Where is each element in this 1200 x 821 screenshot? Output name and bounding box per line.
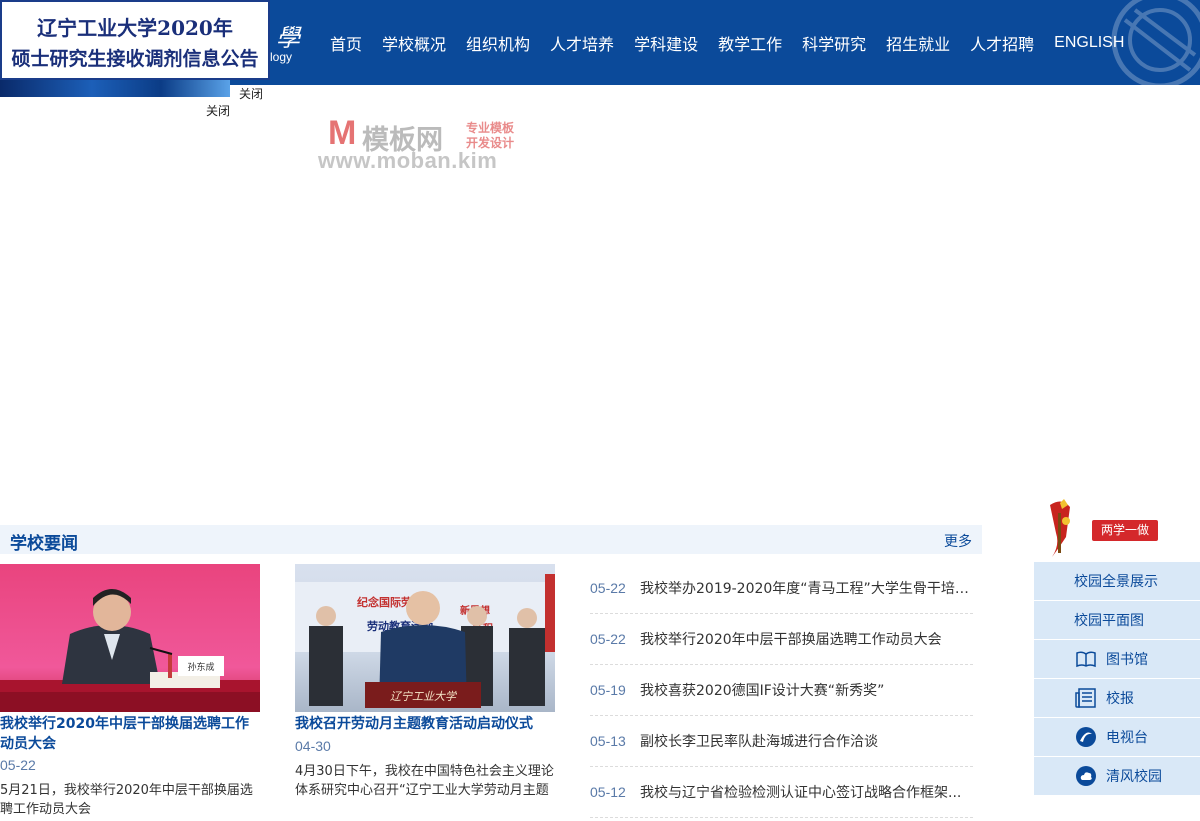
sidebar-item-library[interactable]: 图书馆	[1034, 640, 1200, 678]
news-photo[interactable]: 纪念国际劳动节 劳动教育活动 新思想 征程 辽宁工业大学	[295, 564, 555, 712]
featured-news-desc: 5月21日，我校举行2020年中层干部换届选聘工作动员大会	[0, 783, 253, 817]
book-icon	[1074, 647, 1098, 671]
close-float-button[interactable]: 关闭	[200, 102, 236, 121]
news-item-title[interactable]: 副校长李卫民率队赴海城进行合作洽谈	[640, 731, 878, 751]
nav-item-english[interactable]: ENGLISH	[1044, 34, 1134, 52]
tv-icon	[1074, 725, 1098, 749]
news-item-title[interactable]: 我校与辽宁省检验检测认证中心签订战略合作框架...	[640, 782, 961, 802]
sidebar-item-newspaper[interactable]: 校报	[1034, 679, 1200, 717]
news-item-date: 05-12	[590, 784, 626, 800]
sidebar-item-clean-campus[interactable]: 清风校园	[1034, 757, 1200, 795]
sidebar-item-campus-map[interactable]: 校园平面图	[1034, 601, 1200, 639]
sidebar-item-campus-panorama[interactable]: 校园全景展示	[1034, 562, 1200, 600]
list-item[interactable]: 05-22 我校举办2019-2020年度“青马工程”大学生骨干培训班	[590, 563, 973, 614]
sidebar-item-tv[interactable]: 电视台	[1034, 718, 1200, 756]
nav-item-admission[interactable]: 招生就业	[876, 31, 960, 55]
featured-news-desc: 4月30日下午，我校在中国特色社会主义理论体系研究中心召开“辽宁工业大学劳动月主…	[295, 763, 554, 798]
watermark-url: www.moban.kim	[318, 148, 498, 173]
nav-item-home[interactable]: 首页	[320, 31, 372, 55]
nav-item-discipline[interactable]: 学科建设	[624, 31, 708, 55]
watermark-logo: M 模板网 专业模板 开发设计 www.moban.kim	[318, 114, 530, 174]
quick-links-sidebar: 校园全景展示 校园平面图 图书馆 校报 电视台 清风校园	[1034, 562, 1200, 796]
logo-glyph: 學	[276, 24, 300, 52]
sidebar-item-label: 清风校园	[1106, 769, 1162, 785]
nav-item-talent-training[interactable]: 人才培养	[540, 31, 624, 55]
cloud-icon	[1074, 764, 1098, 788]
news-section-title: 学校要闻	[10, 534, 78, 554]
newspaper-icon	[1074, 686, 1098, 710]
nav-item-recruitment[interactable]: 人才招聘	[960, 31, 1044, 55]
news-item-date: 05-13	[590, 733, 626, 749]
featured-news-card[interactable]: 孙东成 我校举行2020年中层干部换届选聘工作动员大会 05-22 5月21日，…	[0, 564, 262, 821]
list-item[interactable]: 05-22 我校举行2020年中层干部换届选聘工作动员大会	[590, 614, 973, 665]
news-photo[interactable]: 孙东成	[0, 564, 260, 712]
photo-nameplate: 孙东成	[187, 661, 214, 673]
close-banner-button[interactable]: 关闭	[230, 85, 272, 104]
notice-title-line1: 辽宁工业大学2020年	[37, 16, 233, 40]
nav-item-overview[interactable]: 学校概况	[372, 31, 456, 55]
notice-title-line2: 硕士研究生接收调剂信息公告	[11, 48, 259, 70]
featured-news-title[interactable]: 我校举行2020年中层干部换届选聘工作动员大会	[0, 715, 262, 754]
campaign-badge[interactable]: 两学一做	[1092, 520, 1158, 541]
news-item-date: 05-22	[590, 631, 626, 647]
sidebar-item-label: 图书馆	[1106, 652, 1148, 668]
featured-news-date: 05-22	[0, 757, 36, 773]
news-item-date: 05-19	[590, 682, 626, 698]
notice-banner[interactable]: 辽宁工业大学2020年 硕士研究生接收调剂信息公告	[0, 0, 270, 80]
list-item[interactable]: 05-12 我校与辽宁省检验检测认证中心签订战略合作框架...	[590, 767, 973, 818]
nav-item-research[interactable]: 科学研究	[792, 31, 876, 55]
news-item-title[interactable]: 我校喜获2020德国IF设计大赛“新秀奖”	[640, 680, 884, 700]
sidebar-item-label: 电视台	[1106, 730, 1148, 746]
sidebar-item-label: 校园全景展示	[1074, 574, 1158, 590]
logo-suffix: logy	[270, 50, 293, 64]
photo-podium-text: 辽宁工业大学	[390, 690, 458, 703]
logo-tech-strip	[0, 80, 230, 97]
news-more-link[interactable]: 更多	[944, 531, 972, 551]
featured-news-date: 04-30	[295, 737, 331, 754]
featured-news-card[interactable]: 纪念国际劳动节 劳动教育活动 新思想 征程 辽宁工业大学 我校召开劳动月主题教育…	[295, 564, 557, 802]
sidebar-item-label: 校报	[1106, 691, 1134, 707]
nav-item-teaching[interactable]: 教学工作	[708, 31, 792, 55]
news-item-date: 05-22	[590, 580, 626, 596]
news-section-header: 学校要闻 更多	[0, 525, 982, 554]
news-item-title[interactable]: 我校举行2020年中层干部换届选聘工作动员大会	[640, 629, 942, 649]
featured-news-title[interactable]: 我校召开劳动月主题教育活动启动仪式	[295, 715, 557, 735]
main-nav: 首页 学校概况 组织机构 人才培养 学科建设 教学工作 科学研究 招生就业 人才…	[320, 0, 1134, 85]
nav-item-organization[interactable]: 组织机构	[456, 31, 540, 55]
list-item[interactable]: 05-19 我校喜获2020德国IF设计大赛“新秀奖”	[590, 665, 973, 716]
news-list: 05-22 我校举办2019-2020年度“青马工程”大学生骨干培训班 05-2…	[590, 563, 973, 818]
sidebar-item-label: 校园平面图	[1074, 613, 1144, 629]
list-item[interactable]: 05-13 副校长李卫民率队赴海城进行合作洽谈	[590, 716, 973, 767]
news-item-title[interactable]: 我校举办2019-2020年度“青马工程”大学生骨干培训班	[640, 578, 972, 598]
